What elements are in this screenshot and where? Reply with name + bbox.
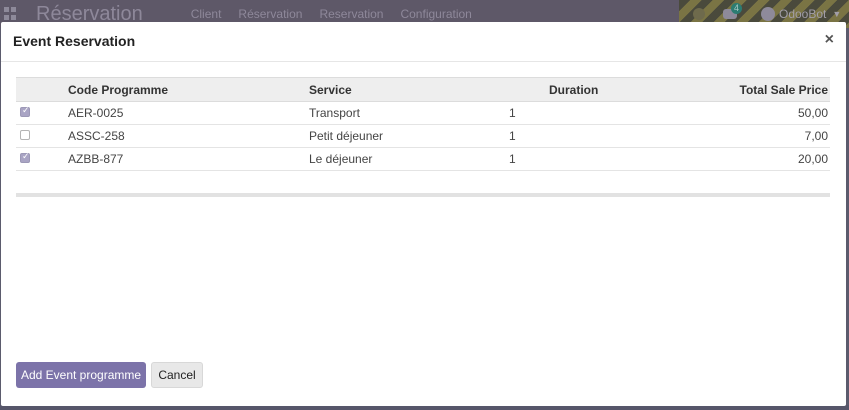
header-service[interactable]: Service <box>309 77 509 102</box>
event-reservation-dialog: Event Reservation × Code Programme Servi… <box>1 22 846 406</box>
cell-code: ASSC-258 <box>68 124 309 148</box>
menu-reservation-fr[interactable]: Réservation <box>238 7 302 21</box>
menu-reservation[interactable]: Reservation <box>319 7 383 21</box>
cell-price: 50,00 <box>737 101 830 125</box>
cell-service: Le déjeuner <box>309 147 509 171</box>
cancel-button[interactable]: Cancel <box>151 362 203 388</box>
header-price[interactable]: Total Sale Price <box>737 77 830 102</box>
cell-duration: 1 <box>509 101 738 125</box>
modal-title: Event Reservation <box>13 33 136 49</box>
chat-count-badge: 4 <box>731 3 743 14</box>
table-row[interactable]: AZBB-877 Le déjeuner 1 20,00 <box>16 147 830 171</box>
row-checkbox[interactable] <box>20 130 30 140</box>
header-duration[interactable]: Duration <box>509 77 738 102</box>
cell-price: 20,00 <box>737 147 830 171</box>
cell-code: AER-0025 <box>68 101 309 125</box>
programme-table: Code Programme Service Duration Total Sa… <box>16 77 830 197</box>
row-checkbox[interactable] <box>20 105 30 117</box>
table-row[interactable]: ASSC-258 Petit déjeuner 1 7,00 <box>16 124 830 148</box>
table-footer <box>16 193 830 197</box>
cell-code: AZBB-877 <box>68 147 309 171</box>
header-select <box>16 77 68 102</box>
user-avatar[interactable] <box>761 7 775 21</box>
cell-price: 7,00 <box>737 124 830 148</box>
table-row[interactable]: AER-0025 Transport 1 50,00 <box>16 101 830 125</box>
row-checkbox[interactable] <box>20 151 30 163</box>
cell-service: Transport <box>309 101 509 125</box>
cell-duration: 1 <box>509 147 738 171</box>
apps-grid-icon[interactable] <box>4 7 18 21</box>
caret-down-icon[interactable]: ▼ <box>832 9 841 19</box>
debug-icon[interactable] <box>693 8 705 20</box>
chat-icon[interactable]: 4 <box>723 3 743 19</box>
table-header-row: Code Programme Service Duration Total Sa… <box>16 77 830 102</box>
menu-configuration[interactable]: Configuration <box>400 7 471 21</box>
add-event-programme-button[interactable]: Add Event programme <box>16 362 146 388</box>
modal-header: Event Reservation × <box>1 22 846 62</box>
menu-client[interactable]: Client <box>191 7 222 21</box>
user-name[interactable]: OdooBot <box>779 7 826 21</box>
close-icon[interactable]: × <box>825 31 834 49</box>
header-code[interactable]: Code Programme <box>68 77 309 102</box>
cell-service: Petit déjeuner <box>309 124 509 148</box>
cell-duration: 1 <box>509 124 738 148</box>
